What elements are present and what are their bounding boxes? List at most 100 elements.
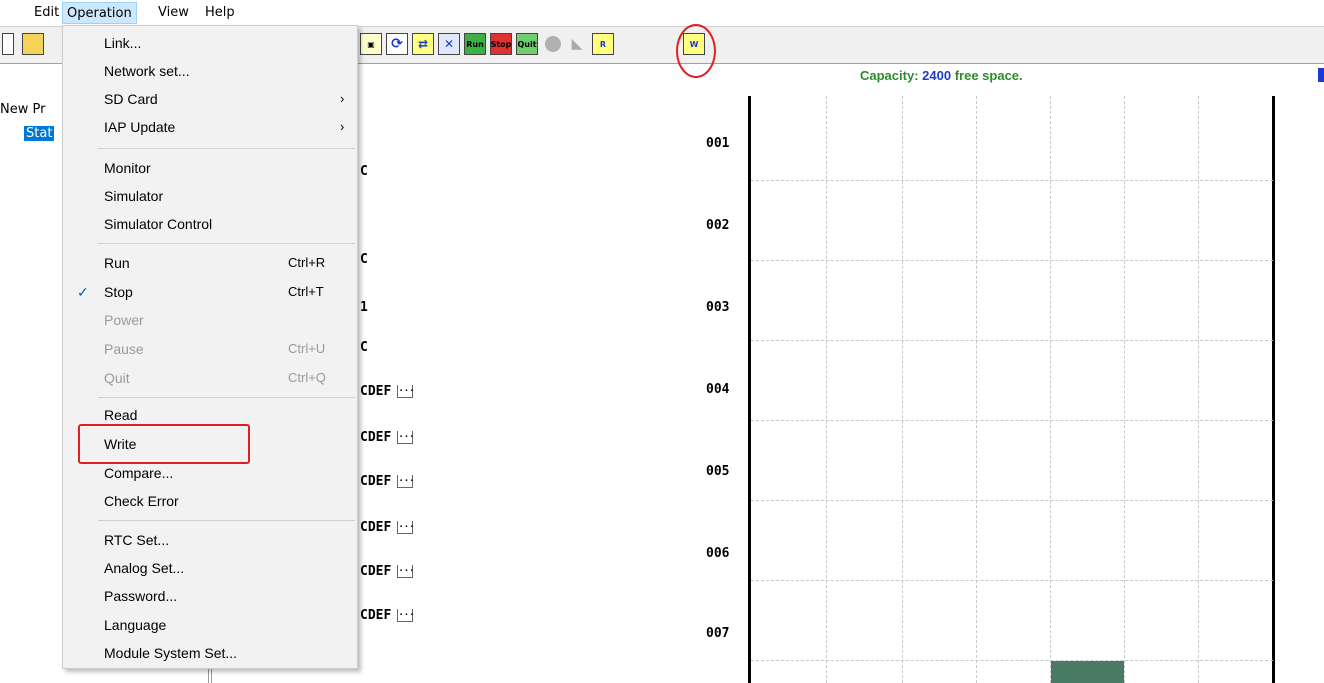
quit-button[interactable]: Quit xyxy=(516,33,538,55)
menu-item-power[interactable]: Power xyxy=(65,306,355,334)
grid-column-line xyxy=(1198,96,1199,683)
refresh-icon[interactable]: ⟳ xyxy=(386,33,408,55)
menu-edit[interactable]: Edit xyxy=(30,2,63,24)
menu-item-simulator[interactable]: Simulator xyxy=(65,182,355,210)
capacity-suffix: free space. xyxy=(954,68,1023,83)
menu-separator xyxy=(98,243,355,244)
read-button[interactable]: R xyxy=(592,33,614,55)
menu-item-label: Power xyxy=(104,312,144,328)
menu-item-label: Simulator xyxy=(104,188,164,204)
menu-shortcut: Ctrl+T xyxy=(288,284,324,299)
menu-item-read[interactable]: Read xyxy=(65,401,355,429)
param-value: CDEF xyxy=(360,564,392,579)
menu-item-label: Write xyxy=(104,436,137,452)
ladder-row-number: 003 xyxy=(706,300,730,315)
new-file-icon[interactable] xyxy=(2,33,14,55)
grid-row-line xyxy=(751,340,1273,341)
grid-row-line xyxy=(751,580,1273,581)
stop-label: Stop xyxy=(490,39,512,49)
param-row: CDEF... xyxy=(360,474,415,489)
menu-operation[interactable]: Operation xyxy=(62,2,137,24)
monitor-icon[interactable]: ▣ xyxy=(360,33,382,55)
param-row: CDEF... xyxy=(360,608,415,623)
menu-item-label: Module System Set... xyxy=(104,645,238,661)
menu-item-rtc-set[interactable]: RTC Set... xyxy=(65,526,355,554)
menu-item-simulator-control[interactable]: Simulator Control xyxy=(65,210,355,238)
menu-item-check-error[interactable]: Check Error xyxy=(65,487,355,515)
submenu-arrow-icon: › xyxy=(340,119,345,134)
left-power-rail xyxy=(748,96,751,683)
stop-button[interactable]: Stop xyxy=(490,33,512,55)
menu-item-label: Password... xyxy=(104,588,178,604)
tools-icon[interactable]: ✕ xyxy=(438,33,460,55)
project-tree: New Pr Stat xyxy=(0,64,62,683)
param-value: CDEF xyxy=(360,474,392,489)
menu-item-monitor[interactable]: Monitor xyxy=(65,154,355,182)
menu-item-password[interactable]: Password... xyxy=(65,582,355,610)
run-button[interactable]: Run xyxy=(464,33,486,55)
ladder-row-number: 007 xyxy=(706,626,730,641)
menu-item-run[interactable]: Run Ctrl+R xyxy=(65,249,355,277)
menu-item-network-set[interactable]: Network set... xyxy=(65,57,355,85)
menu-bar: Edit Operation View Help xyxy=(0,0,1324,26)
ellipsis-button[interactable]: ... xyxy=(397,609,415,622)
param-row: C xyxy=(360,252,368,267)
param-row: CDEF... xyxy=(360,564,415,579)
ellipsis-button[interactable]: ... xyxy=(397,475,415,488)
menu-shortcut: Ctrl+U xyxy=(288,341,326,356)
menu-item-quit[interactable]: Quit Ctrl+Q xyxy=(65,364,355,392)
sync-icon[interactable]: ⇄ xyxy=(412,33,434,55)
write-label: W xyxy=(689,39,699,49)
quit-label: Quit xyxy=(517,39,537,49)
menu-help[interactable]: Help xyxy=(201,2,239,24)
menu-item-write[interactable]: Write xyxy=(65,430,355,458)
checkmark-icon: ✓ xyxy=(77,284,89,300)
tree-project-node[interactable]: New Pr xyxy=(0,102,45,117)
ladder-cursor-cell[interactable] xyxy=(1051,661,1124,683)
menu-shortcut: Ctrl+Q xyxy=(288,370,326,385)
grid-column-line xyxy=(1050,96,1051,683)
param-value: C xyxy=(360,340,368,355)
menu-item-label: RTC Set... xyxy=(104,532,170,548)
menu-item-label: Stop xyxy=(104,284,133,300)
param-row: CDEF... xyxy=(360,520,415,535)
tree-station-node[interactable]: Stat xyxy=(24,126,55,141)
param-row: C xyxy=(360,164,368,179)
menu-item-label: Analog Set... xyxy=(104,560,185,576)
param-value: CDEF xyxy=(360,520,392,535)
power-icon[interactable] xyxy=(542,33,564,55)
menu-separator xyxy=(98,148,355,149)
menu-item-sd-card[interactable]: SD Card › xyxy=(65,85,355,113)
ladder-row-number: 005 xyxy=(706,464,730,479)
grid-row-line xyxy=(751,180,1273,181)
menu-item-analog-set[interactable]: Analog Set... xyxy=(65,554,355,582)
menu-item-label: Run xyxy=(104,255,130,271)
grid-row-line xyxy=(751,500,1273,501)
menu-item-label: Compare... xyxy=(104,465,174,481)
pause-icon[interactable]: ◣ xyxy=(566,33,588,55)
menu-item-compare[interactable]: Compare... xyxy=(65,459,355,487)
menu-item-label: SD Card xyxy=(104,91,158,107)
run-label: Run xyxy=(466,39,484,49)
menu-item-module-system-set[interactable]: Module System Set... xyxy=(65,639,355,667)
menu-item-link[interactable]: Link... xyxy=(65,29,355,57)
tree-station-label: Stat xyxy=(24,126,55,141)
menu-view[interactable]: View xyxy=(154,2,193,24)
open-folder-icon[interactable] xyxy=(22,33,44,55)
param-value: CDEF xyxy=(360,430,392,445)
operation-menu: Link... Network set... SD Card › IAP Upda… xyxy=(62,25,358,669)
ellipsis-button[interactable]: ... xyxy=(397,431,415,444)
ladder-grid[interactable] xyxy=(748,96,1276,683)
ellipsis-button[interactable]: ... xyxy=(397,385,415,398)
param-value: CDEF xyxy=(360,384,392,399)
menu-item-stop[interactable]: ✓ Stop Ctrl+T xyxy=(65,278,355,306)
param-row: CDEF... xyxy=(360,430,415,445)
write-button[interactable]: W xyxy=(683,33,705,55)
menu-item-language[interactable]: Language xyxy=(65,611,355,639)
menu-item-pause[interactable]: Pause Ctrl+U xyxy=(65,335,355,363)
ellipsis-button[interactable]: ... xyxy=(397,565,415,578)
param-row: C xyxy=(360,340,368,355)
ellipsis-button[interactable]: ... xyxy=(397,521,415,534)
menu-item-iap-update[interactable]: IAP Update › xyxy=(65,113,355,141)
edge-marker xyxy=(1318,68,1324,82)
